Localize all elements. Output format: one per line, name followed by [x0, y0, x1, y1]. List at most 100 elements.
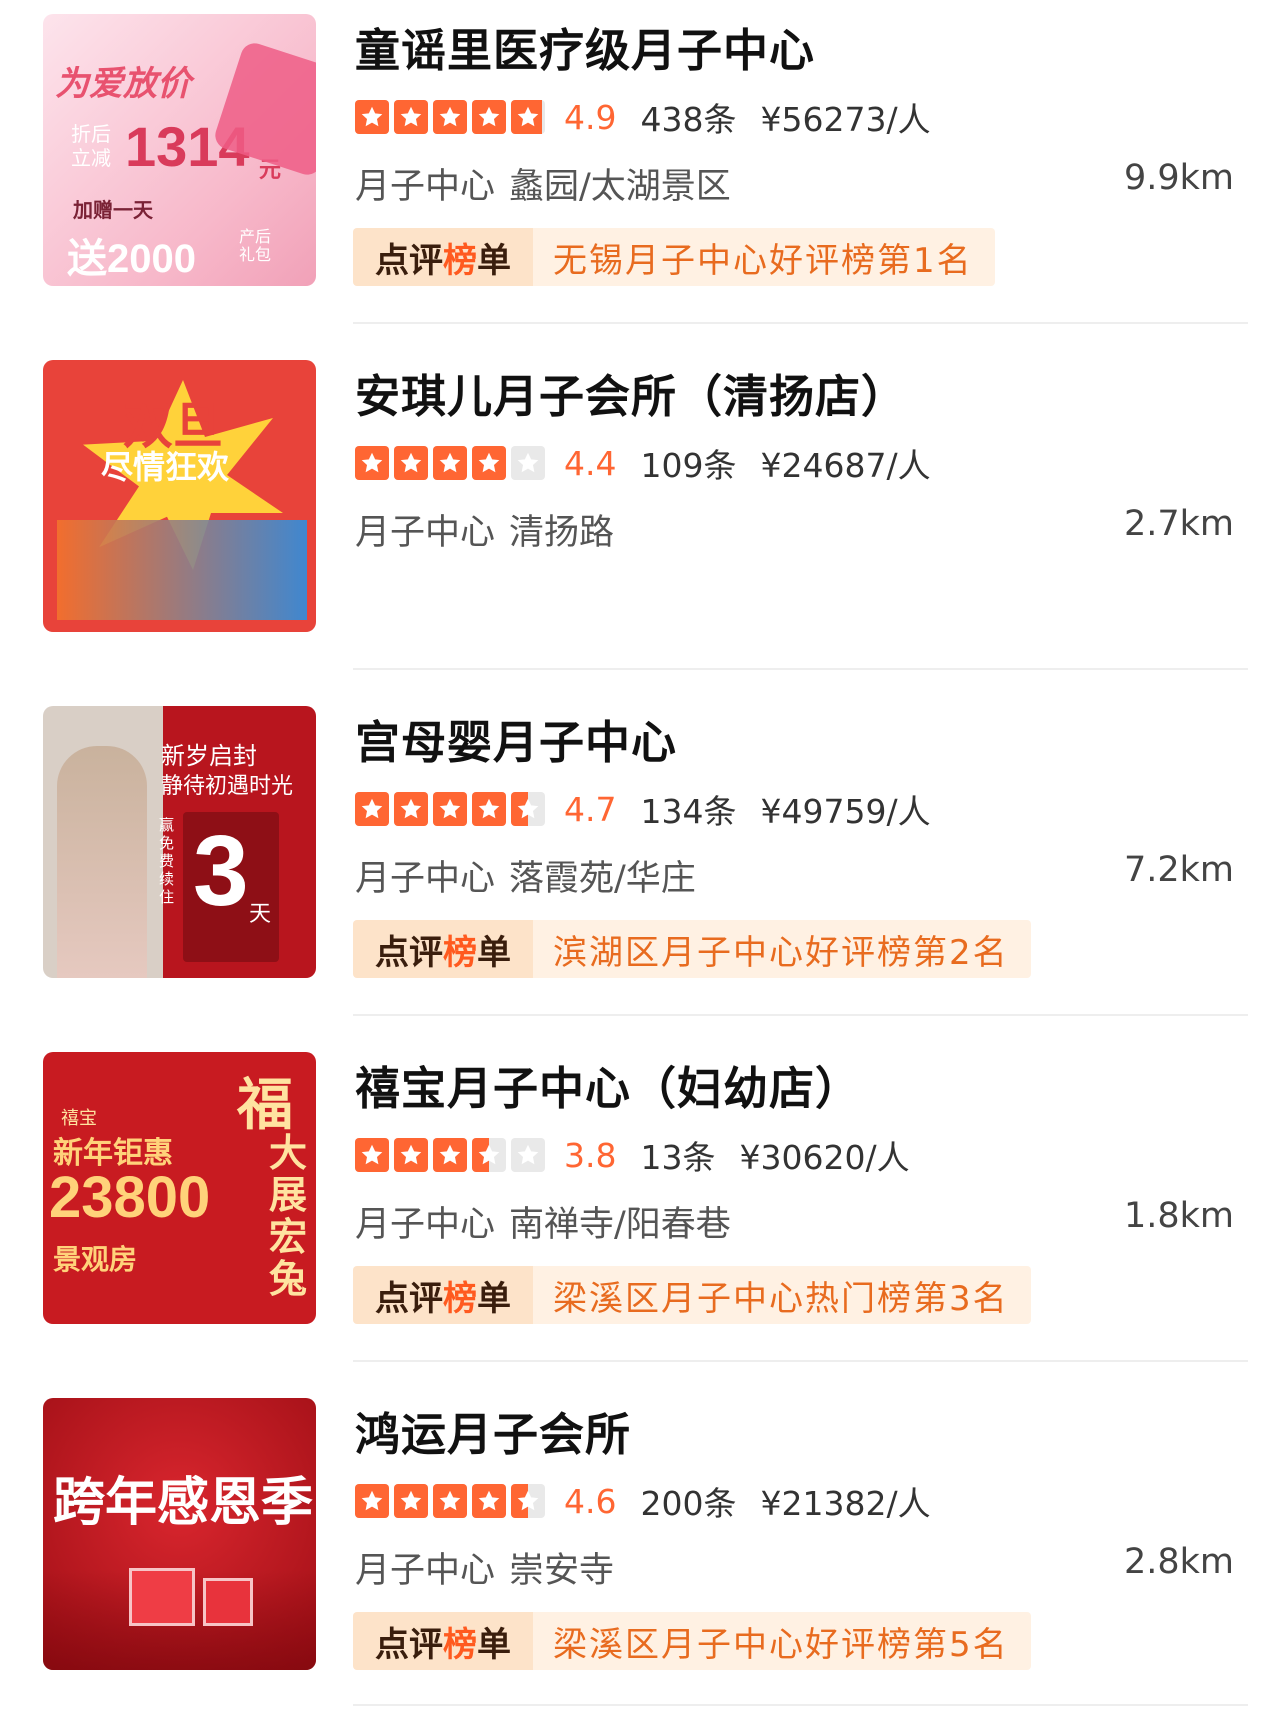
avg-price: ¥21382/人	[760, 1484, 931, 1523]
star-icon	[355, 792, 389, 826]
meta-row: 月子中心 崇安寺	[355, 1542, 614, 1593]
star-icon	[511, 1138, 545, 1172]
distance-label: 1.8km	[1123, 1196, 1234, 1236]
ranking-badge[interactable]: 点评榜单 梁溪区月子中心热门榜第3名	[353, 1266, 1031, 1324]
rating-score: 4.7	[564, 789, 617, 829]
meta-row: 月子中心 蠡园/太湖景区	[355, 158, 731, 209]
star-icon	[472, 1138, 506, 1172]
review-count: 109条	[640, 446, 737, 485]
area-label: 南禅寺/阳春巷	[509, 1205, 731, 1245]
area-label: 崇安寺	[509, 1551, 615, 1591]
distance-label: 7.2km	[1123, 850, 1234, 890]
list-item[interactable]: 跨年感恩季 鸿运月子会所 4.6 200条 ¥21382/人 月子中心 崇安寺 2…	[0, 1384, 1280, 1730]
banner-decoration	[57, 520, 307, 620]
ranking-text: 滨湖区月子中心好评榜第2名	[533, 920, 1031, 978]
review-count: 200条	[640, 1484, 737, 1523]
ranking-text: 梁溪区月子中心好评榜第5名	[533, 1612, 1031, 1670]
divider	[353, 668, 1248, 670]
star-rating	[355, 1484, 550, 1518]
star-icon	[511, 1484, 545, 1518]
area-label: 清扬路	[509, 513, 615, 553]
star-icon	[355, 1484, 389, 1518]
gift-box-icon	[203, 1578, 253, 1626]
star-icon	[433, 446, 467, 480]
shop-name[interactable]: 宫母婴月子中心	[355, 706, 677, 771]
ranking-badge[interactable]: 点评榜单 无锡月子中心好评榜第1名	[353, 228, 995, 286]
distance-label: 9.9km	[1123, 158, 1234, 198]
ranking-tag: 点评榜单	[353, 1266, 533, 1324]
merchant-list: 为爱放价 折后立减 1314 元 加赠一天 送2000 产后礼包 童谣里医疗级月…	[0, 0, 1280, 1707]
star-rating	[355, 100, 550, 134]
thumb-text: 跨年感恩季	[53, 1472, 314, 1533]
area-label: 落霞苑/华庄	[509, 859, 696, 899]
list-item[interactable]: 为爱放价 折后立减 1314 元 加赠一天 送2000 产后礼包 童谣里医疗级月…	[0, 0, 1280, 346]
thumb-text: 新岁启封	[161, 742, 257, 770]
ranking-tag: 点评榜单	[353, 1612, 533, 1670]
category-label: 月子中心	[355, 513, 496, 553]
divider	[353, 1360, 1248, 1362]
ranking-text: 梁溪区月子中心热门榜第3名	[533, 1266, 1031, 1324]
thumb-text: 福	[237, 1072, 293, 1138]
rating-row: 4.6 200条 ¥21382/人	[355, 1479, 931, 1523]
shop-thumbnail[interactable]: 跨年感恩季	[43, 1398, 316, 1670]
shop-name[interactable]: 禧宝月子中心（妇幼店）	[355, 1052, 861, 1117]
rating-score: 4.9	[564, 97, 617, 137]
thumb-text: 产后礼包	[239, 227, 272, 264]
shop-thumbnail[interactable]: 禧宝 福 新年钜惠 23800 景观房 大展宏兔	[43, 1052, 316, 1324]
list-item[interactable]: 双旦 尽情狂欢 安琪儿月子会所（清扬店） 4.4 109条 ¥24687/人 月…	[0, 346, 1280, 692]
thumb-text: 景观房	[53, 1243, 138, 1276]
divider	[353, 322, 1248, 324]
shop-name[interactable]: 鸿运月子会所	[355, 1398, 631, 1463]
ranking-badge[interactable]: 点评榜单 梁溪区月子中心好评榜第5名	[353, 1612, 1031, 1670]
rating-score: 4.4	[564, 443, 617, 483]
star-icon	[355, 1138, 389, 1172]
shop-name[interactable]: 童谣里医疗级月子中心	[355, 14, 815, 79]
star-rating	[355, 792, 550, 826]
model-figure	[57, 746, 147, 978]
divider	[353, 1704, 1248, 1706]
star-rating	[355, 446, 550, 480]
star-icon	[394, 1138, 428, 1172]
shop-thumbnail[interactable]: 新岁启封 静待初遇时光 赢免费续住 3 天	[43, 706, 316, 978]
category-label: 月子中心	[355, 859, 496, 899]
thumb-text: 加赠一天	[73, 198, 153, 222]
rating-row: 4.7 134条 ¥49759/人	[355, 787, 931, 831]
star-icon	[511, 446, 545, 480]
star-icon	[394, 792, 428, 826]
star-icon	[472, 446, 506, 480]
category-label: 月子中心	[355, 1205, 496, 1245]
avg-price: ¥56273/人	[760, 100, 931, 139]
thumb-text: 3	[193, 815, 249, 927]
avg-price: ¥30620/人	[739, 1138, 910, 1177]
star-icon	[355, 446, 389, 480]
distance-label: 2.8km	[1123, 1542, 1234, 1582]
thumb-text: 为爱放价	[55, 64, 191, 104]
list-item[interactable]: 禧宝 福 新年钜惠 23800 景观房 大展宏兔 禧宝月子中心（妇幼店） 3.8…	[0, 1038, 1280, 1384]
thumb-text: 赢免费续住	[159, 816, 175, 906]
star-icon	[472, 792, 506, 826]
star-icon	[511, 792, 545, 826]
rating-score: 3.8	[564, 1135, 617, 1175]
ranking-tag: 点评榜单	[353, 228, 533, 286]
avg-price: ¥49759/人	[760, 792, 931, 831]
meta-row: 月子中心 清扬路	[355, 504, 614, 555]
thumb-text: 23800	[49, 1165, 211, 1230]
review-count: 438条	[640, 100, 737, 139]
shop-name[interactable]: 安琪儿月子会所（清扬店）	[355, 360, 907, 425]
ranking-text: 无锡月子中心好评榜第1名	[533, 228, 995, 286]
thumb-text: 折后立减	[71, 122, 111, 170]
thumb-text: 大展宏兔	[269, 1130, 308, 1301]
star-icon	[472, 100, 506, 134]
rating-row: 4.4 109条 ¥24687/人	[355, 441, 931, 485]
shop-thumbnail[interactable]: 为爱放价 折后立减 1314 元 加赠一天 送2000 产后礼包	[43, 14, 316, 286]
star-icon	[394, 1484, 428, 1518]
ranking-badge[interactable]: 点评榜单 滨湖区月子中心好评榜第2名	[353, 920, 1031, 978]
thumb-text: 尽情狂欢	[101, 448, 230, 486]
list-item[interactable]: 新岁启封 静待初遇时光 赢免费续住 3 天 宫母婴月子中心 4.7 134条 ¥…	[0, 692, 1280, 1038]
shop-thumbnail[interactable]: 双旦 尽情狂欢	[43, 360, 316, 632]
star-icon	[433, 1484, 467, 1518]
distance-label: 2.7km	[1123, 504, 1234, 544]
area-label: 蠡园/太湖景区	[509, 167, 731, 207]
rating-row: 4.9 438条 ¥56273/人	[355, 95, 931, 139]
thumb-text: 送2000	[67, 237, 196, 281]
